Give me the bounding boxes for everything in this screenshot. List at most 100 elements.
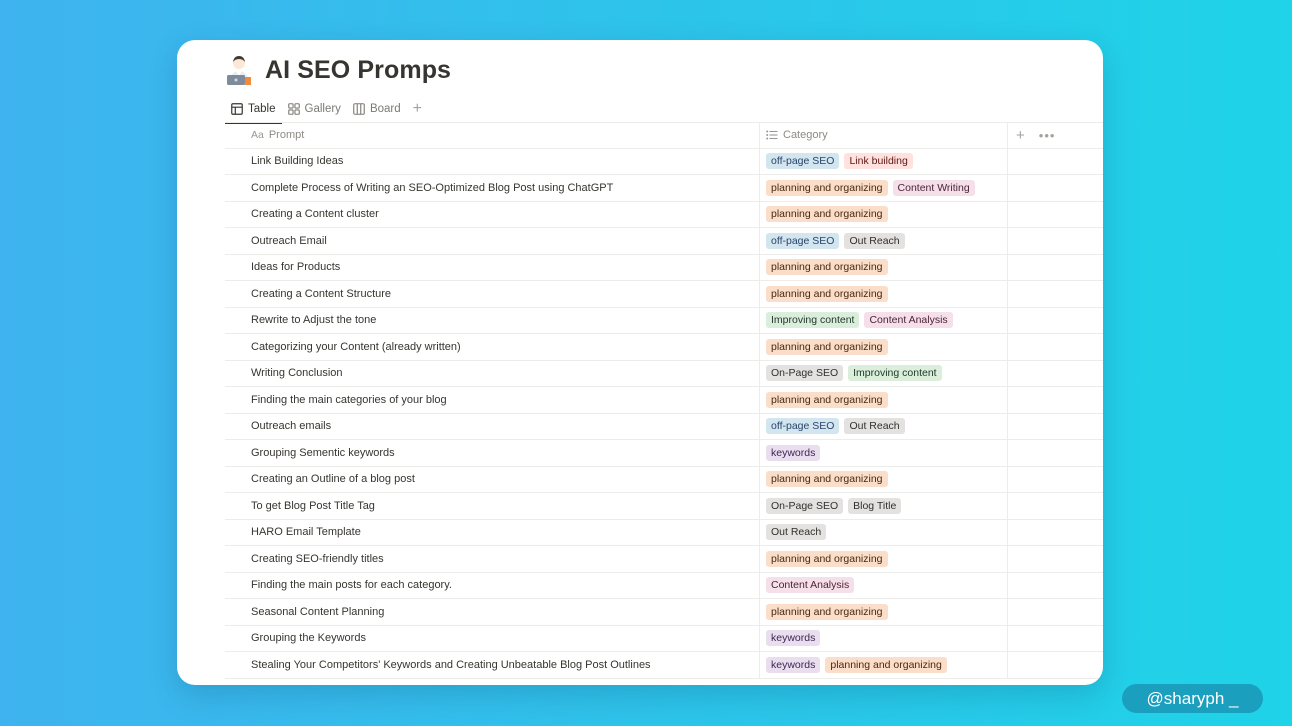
prompt-cell[interactable]: Seasonal Content Planning xyxy=(225,599,760,625)
prompt-cell[interactable]: Creating a Content Structure xyxy=(225,281,760,307)
category-cell[interactable]: planning and organizing xyxy=(760,281,1008,307)
prompt-title[interactable]: Finding the main posts for each category… xyxy=(251,579,452,591)
category-cell[interactable]: planning and organizing xyxy=(760,599,1008,625)
table-row[interactable]: Finding the main categories of your blog… xyxy=(225,387,1103,414)
prompt-title[interactable]: Rewrite to Adjust the tone xyxy=(251,314,376,326)
prompt-cell[interactable]: Complete Process of Writing an SEO-Optim… xyxy=(225,175,760,201)
category-cell[interactable]: On-Page SEO Blog Title xyxy=(760,493,1008,519)
prompt-cell[interactable]: To get Blog Post Title Tag xyxy=(225,493,760,519)
prompt-title[interactable]: Creating a Content cluster xyxy=(251,208,379,220)
prompt-title[interactable]: Creating an Outline of a blog post xyxy=(251,473,415,485)
prompt-title[interactable]: Creating a Content Structure xyxy=(251,288,391,300)
prompt-title[interactable]: Writing Conclusion xyxy=(251,367,343,379)
table-row[interactable]: Creating SEO-friendly titles planning and… xyxy=(225,546,1103,573)
category-cell[interactable]: planning and organizing Content Writing xyxy=(760,175,1008,201)
more-options-icon[interactable]: ••• xyxy=(1039,128,1056,143)
category-tag: planning and organizing xyxy=(766,206,888,223)
table-row[interactable]: Creating a Content cluster planning and o… xyxy=(225,201,1103,228)
add-property-icon[interactable]: + xyxy=(1016,127,1025,144)
prompt-cell[interactable]: Creating a Content cluster xyxy=(225,201,760,227)
table-row[interactable]: Stealing Your Competitors' Keywords and … xyxy=(225,652,1103,679)
table-row[interactable]: To get Blog Post Title Tag On-Page SEO Blo… xyxy=(225,493,1103,520)
table-row[interactable]: Creating a Content Structure planning and… xyxy=(225,281,1103,308)
category-tag: planning and organizing xyxy=(766,603,888,620)
prompt-title[interactable]: Grouping Sementic keywords xyxy=(251,447,395,459)
category-cell[interactable]: planning and organizing xyxy=(760,254,1008,280)
empty-cell xyxy=(1008,387,1103,413)
prompt-cell[interactable]: Creating SEO-friendly titles xyxy=(225,546,760,572)
prompt-title[interactable]: To get Blog Post Title Tag xyxy=(251,500,375,512)
table-row[interactable]: Rewrite to Adjust the tone Improving cont… xyxy=(225,307,1103,334)
empty-cell xyxy=(1008,175,1103,201)
prompt-title[interactable]: HARO Email Template xyxy=(251,526,361,538)
prompt-title[interactable]: Outreach Email xyxy=(251,235,327,247)
table-row[interactable]: HARO Email Template Out Reach xyxy=(225,519,1103,546)
category-cell[interactable]: keywords xyxy=(760,625,1008,651)
category-cell[interactable]: off-page SEO Out Reach xyxy=(760,228,1008,254)
category-tag: keywords xyxy=(766,444,821,461)
prompt-cell[interactable]: Ideas for Products xyxy=(225,254,760,280)
category-cell[interactable]: off-page SEO Out Reach xyxy=(760,413,1008,439)
prompt-title[interactable]: Creating SEO-friendly titles xyxy=(251,553,384,565)
empty-cell xyxy=(1008,414,1103,440)
category-cell[interactable]: Content Analysis xyxy=(760,572,1008,598)
table-row[interactable]: Writing Conclusion On-Page SEO Improving c… xyxy=(225,360,1103,387)
prompt-cell[interactable]: Outreach Email xyxy=(225,228,760,254)
category-cell[interactable]: planning and organizing xyxy=(760,546,1008,572)
category-cell[interactable]: planning and organizing xyxy=(760,334,1008,360)
category-cell[interactable]: On-Page SEO Improving content xyxy=(760,360,1008,386)
tab-board[interactable]: Board xyxy=(347,96,407,122)
tab-gallery[interactable]: Gallery xyxy=(282,96,347,122)
table-row[interactable]: Grouping the Keywords keywords xyxy=(225,625,1103,652)
prompt-cell[interactable]: Grouping Sementic keywords xyxy=(225,440,760,466)
category-cell[interactable]: planning and organizing xyxy=(760,466,1008,492)
table-row[interactable]: Outreach Email off-page SEO Out Reach xyxy=(225,228,1103,255)
category-cell[interactable]: keywords xyxy=(760,440,1008,466)
prompt-cell[interactable]: Categorizing your Content (already writt… xyxy=(225,334,760,360)
category-cell[interactable]: planning and organizing xyxy=(760,201,1008,227)
table-row[interactable]: Grouping Sementic keywords keywords xyxy=(225,440,1103,467)
prompt-title[interactable]: Grouping the Keywords xyxy=(251,632,366,644)
prompt-cell[interactable]: Writing Conclusion xyxy=(225,360,760,386)
table-header: Aa Prompt Category + ••• xyxy=(225,122,1103,149)
table-row[interactable]: Ideas for Products planning and organizin… xyxy=(225,254,1103,281)
prompt-cell[interactable]: Creating an Outline of a blog post xyxy=(225,466,760,492)
empty-cell xyxy=(1008,626,1103,652)
prompt-cell[interactable]: HARO Email Template xyxy=(225,519,760,545)
laptop-person-icon xyxy=(227,56,251,85)
prompt-title[interactable]: Complete Process of Writing an SEO-Optim… xyxy=(251,182,613,194)
prompt-cell[interactable]: Finding the main posts for each category… xyxy=(225,572,760,598)
add-view-icon[interactable]: + xyxy=(407,96,428,122)
prompt-title[interactable]: Finding the main categories of your blog xyxy=(251,394,447,406)
column-header-category[interactable]: Category xyxy=(760,123,1008,148)
table-row[interactable]: Link Building Ideas off-page SEO Link buil… xyxy=(225,148,1103,175)
category-cell[interactable]: off-page SEO Link building xyxy=(760,148,1008,174)
prompt-title[interactable]: Link Building Ideas xyxy=(251,155,343,167)
tab-board-label: Board xyxy=(369,103,401,115)
prompt-title[interactable]: Seasonal Content Planning xyxy=(251,606,384,618)
tab-gallery-label: Gallery xyxy=(304,103,341,115)
prompt-cell[interactable]: Stealing Your Competitors' Keywords and … xyxy=(225,652,760,678)
category-cell[interactable]: planning and organizing xyxy=(760,387,1008,413)
prompt-title[interactable]: Outreach emails xyxy=(251,420,331,432)
table-row[interactable]: Seasonal Content Planning planning and or… xyxy=(225,599,1103,626)
table-row[interactable]: Complete Process of Writing an SEO-Optim… xyxy=(225,175,1103,202)
tab-table[interactable]: Table xyxy=(225,96,282,124)
prompt-cell[interactable]: Finding the main categories of your blog xyxy=(225,387,760,413)
category-cell[interactable]: keywords planning and organizing xyxy=(760,652,1008,678)
prompt-title[interactable]: Stealing Your Competitors' Keywords and … xyxy=(251,659,651,671)
prompt-cell[interactable]: Rewrite to Adjust the tone xyxy=(225,307,760,333)
table-row[interactable]: Finding the main posts for each category… xyxy=(225,572,1103,599)
category-cell[interactable]: Out Reach xyxy=(760,519,1008,545)
table-row[interactable]: Creating an Outline of a blog post planni… xyxy=(225,466,1103,493)
prompt-title[interactable]: Categorizing your Content (already writt… xyxy=(251,341,461,353)
prompt-cell[interactable]: Outreach emails xyxy=(225,413,760,439)
table-row[interactable]: Outreach emails off-page SEO Out Reach xyxy=(225,413,1103,440)
prompt-cell[interactable]: Grouping the Keywords xyxy=(225,625,760,651)
table-row[interactable]: Categorizing your Content (already writt… xyxy=(225,334,1103,361)
category-cell[interactable]: Improving content Content Analysis xyxy=(760,307,1008,333)
prompt-cell[interactable]: Link Building Ideas xyxy=(225,148,760,174)
empty-cell xyxy=(1008,440,1103,466)
prompt-title[interactable]: Ideas for Products xyxy=(251,261,340,273)
column-header-prompt[interactable]: Aa Prompt xyxy=(225,123,760,148)
